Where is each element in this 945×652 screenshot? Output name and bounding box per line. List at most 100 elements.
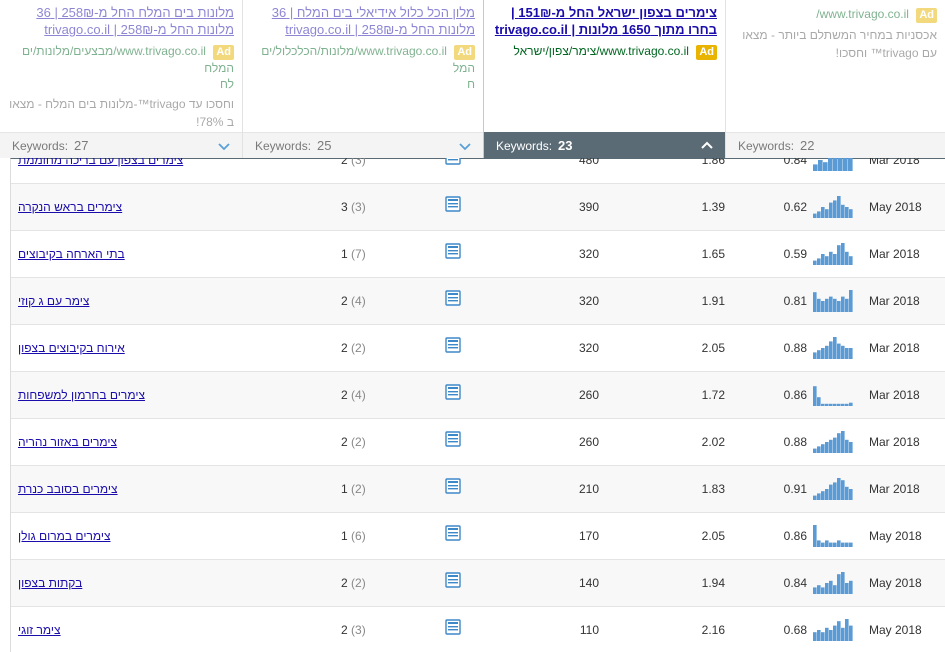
search-volume: 210 bbox=[578, 482, 599, 496]
ad-url: www.trivago.co.il/מבצעים/מלונות/ים המלח bbox=[21, 44, 234, 75]
trend-chart bbox=[813, 337, 853, 359]
trend-bar bbox=[843, 158, 848, 171]
trend-chart bbox=[813, 196, 853, 218]
table-row: בקתות בצפון 2 (2) 140 1.94 0.84 May 2018 bbox=[11, 560, 945, 607]
serp-features-icon[interactable] bbox=[445, 619, 461, 635]
ads-carousel: מלונות בים המלח החל מ-258₪ | 36 מלונות ה… bbox=[0, 0, 945, 158]
cpc-value: 2.05 bbox=[701, 341, 725, 355]
keyword-link[interactable]: אירוח בקיבוצים בצפון bbox=[18, 325, 125, 371]
trend-bar bbox=[837, 540, 841, 547]
trend-sparkline bbox=[813, 288, 853, 312]
trend-bar bbox=[817, 630, 821, 641]
trend-bar bbox=[825, 540, 829, 547]
position-cell: 2 (3) bbox=[341, 607, 366, 652]
keywords-table-body: צימרים בצפון עם בריכה מחוממת 2 (3) 480 1.86… bbox=[10, 158, 945, 652]
ad-keywords-toggle[interactable]: Keywords: 27 bbox=[0, 132, 242, 158]
ad-badge: Ad bbox=[916, 8, 937, 23]
cpc-value: 2.16 bbox=[701, 623, 725, 637]
chevron-down-icon[interactable] bbox=[216, 138, 232, 154]
position-value: 2 bbox=[341, 388, 348, 402]
keyword-link[interactable]: צימרים באזור נהריה bbox=[18, 419, 117, 465]
keyword-link[interactable]: צימרים בחרמון למשפחות bbox=[18, 372, 145, 418]
competition-value: 0.91 bbox=[783, 482, 807, 496]
ad-title[interactable]: מלונות בים המלח החל מ-258₪ | 36 מלונות ה… bbox=[8, 4, 234, 38]
keyword-link[interactable]: צימרים בצפון עם בריכה מחוממת bbox=[18, 158, 183, 183]
ad-url-row: Ad www.trivago.co.il/צימר/צפון/ישראל bbox=[492, 43, 717, 60]
trend-bar bbox=[849, 256, 853, 265]
cpc-value: 1.72 bbox=[701, 388, 725, 402]
chevron-up-icon[interactable] bbox=[699, 138, 715, 154]
position-cell: 1 (7) bbox=[341, 231, 366, 277]
ad-card-1[interactable]: מלונות בים המלח החל מ-258₪ | 36 מלונות ה… bbox=[0, 0, 242, 158]
trend-bar bbox=[823, 162, 828, 171]
trend-bar bbox=[821, 542, 825, 547]
keyword-link[interactable]: צימרים במרום גולן bbox=[18, 513, 111, 559]
keyword-link[interactable]: צימר זוגי bbox=[18, 607, 61, 652]
trend-bar bbox=[837, 245, 841, 265]
keywords-count: 25 bbox=[317, 138, 332, 153]
search-volume: 260 bbox=[578, 435, 599, 449]
trend-bar bbox=[849, 442, 853, 453]
trend-bar bbox=[841, 480, 845, 500]
keyword-link[interactable]: בתי הארחה בקיבוצים bbox=[18, 231, 125, 277]
serp-features-icon[interactable] bbox=[445, 384, 461, 400]
search-volume: 140 bbox=[578, 576, 599, 590]
trend-bar bbox=[837, 478, 841, 500]
ad-card-2[interactable]: מלון הכל כלול אידיאלי בים המלח | 36 מלונ… bbox=[243, 0, 483, 158]
ad-card-3[interactable]: צימרים בצפון ישראל החל מ-151₪ | בחרו מתו… bbox=[484, 0, 725, 158]
ad-title[interactable]: מלון הכל כלול אידיאלי בים המלח | 36 מלונ… bbox=[251, 4, 475, 38]
chevron-down-icon[interactable] bbox=[457, 138, 473, 154]
serp-features-icon[interactable] bbox=[445, 243, 461, 259]
trend-bar bbox=[845, 251, 849, 265]
ad-title[interactable]: צימרים בצפון ישראל החל מ-151₪ | בחרו מתו… bbox=[492, 4, 717, 38]
trend-bar bbox=[841, 345, 845, 359]
table-row: צימרים בסובב כנרת 1 (2) 210 1.83 0.91 Mar 201… bbox=[11, 466, 945, 513]
serp-features-icon[interactable] bbox=[445, 431, 461, 447]
competition-value: 0.59 bbox=[783, 247, 807, 261]
ad-keywords-toggle[interactable]: Keywords: 23 bbox=[484, 132, 725, 158]
trend-bar bbox=[813, 587, 817, 594]
trend-bar bbox=[828, 158, 833, 171]
cpc-value: 1.91 bbox=[701, 294, 725, 308]
trend-bar bbox=[845, 542, 849, 547]
competition-value: 0.62 bbox=[783, 200, 807, 214]
serp-features-icon[interactable] bbox=[445, 196, 461, 212]
keyword-link[interactable]: צימר עם ג קוזי bbox=[18, 278, 89, 324]
trend-bar bbox=[817, 585, 821, 594]
previous-position: (6) bbox=[351, 529, 366, 543]
trend-bar bbox=[833, 200, 837, 218]
serp-features-icon[interactable] bbox=[445, 290, 461, 306]
serp-features-icon[interactable] bbox=[445, 158, 461, 165]
trend-bar bbox=[817, 446, 821, 453]
table-row: צימר עם ג קוזי 2 (4) 320 1.91 0.81 Mar 2018 bbox=[11, 278, 945, 325]
trend-bar bbox=[829, 296, 833, 312]
trend-bar bbox=[829, 439, 833, 453]
keyword-link[interactable]: צימרים בסובב כנרת bbox=[18, 466, 118, 512]
trend-bar bbox=[841, 572, 845, 594]
table-row: צימר זוגי 2 (3) 110 2.16 0.68 May 2018 bbox=[11, 607, 945, 652]
cpc-value: 1.83 bbox=[701, 482, 725, 496]
trend-bar bbox=[821, 348, 825, 359]
ad-url-row: Ad www.trivago.co.il/ bbox=[734, 6, 937, 23]
trend-bar bbox=[813, 632, 817, 641]
serp-features-icon[interactable] bbox=[445, 337, 461, 353]
ad-card-4[interactable]: Ad www.trivago.co.il/ אכסניות במחיר המשת… bbox=[726, 0, 945, 158]
serp-features-icon[interactable] bbox=[445, 478, 461, 494]
search-volume: 320 bbox=[578, 247, 599, 261]
trend-month: Mar 2018 bbox=[869, 388, 920, 402]
previous-position: (2) bbox=[351, 482, 366, 496]
serp-features-icon[interactable] bbox=[445, 572, 461, 588]
position-value: 2 bbox=[341, 294, 348, 308]
ad-keywords-toggle[interactable]: Keywords: 25 bbox=[243, 132, 483, 158]
keyword-link[interactable]: בקתות בצפון bbox=[18, 560, 82, 606]
previous-position: (2) bbox=[351, 435, 366, 449]
keywords-label: Keywords: bbox=[738, 138, 795, 153]
ad-keywords-toggle[interactable]: Keywords: 22 bbox=[726, 132, 945, 158]
trend-bar bbox=[841, 243, 845, 265]
ad-url: www.trivago.co.il/צימר/צפון/ישראל bbox=[513, 44, 689, 58]
keyword-link[interactable]: צימרים בראש הנקרה bbox=[18, 184, 122, 230]
search-volume: 320 bbox=[578, 341, 599, 355]
serp-features-icon[interactable] bbox=[445, 525, 461, 541]
trend-chart bbox=[813, 478, 853, 500]
trend-bar bbox=[829, 403, 833, 406]
